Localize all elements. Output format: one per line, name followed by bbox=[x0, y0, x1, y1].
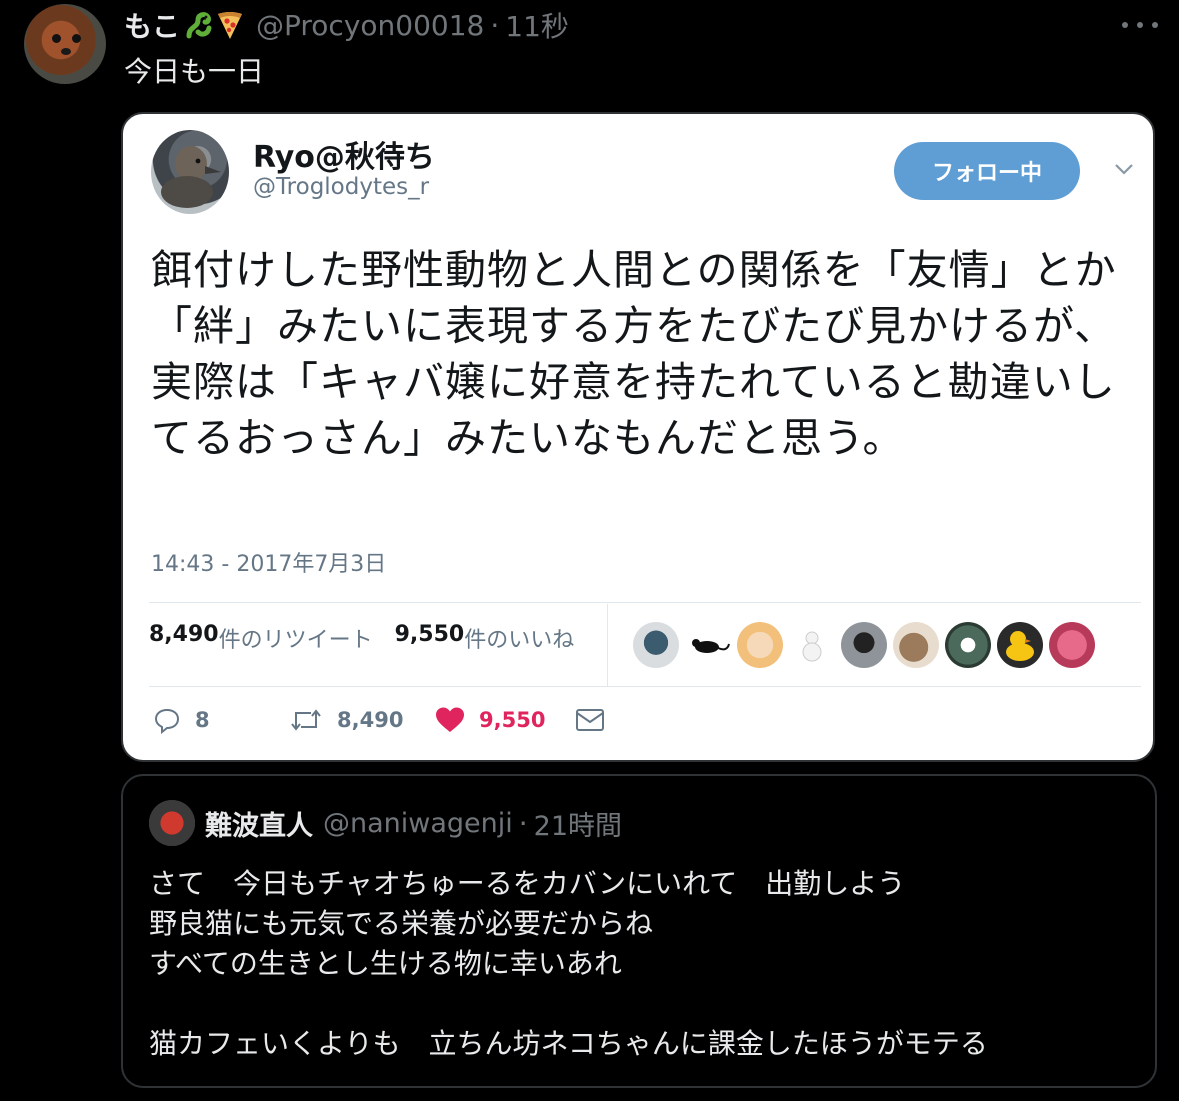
liker-avatar bbox=[1049, 622, 1095, 668]
reply-count: 8 bbox=[195, 708, 210, 732]
retweet-label: 件のリツイート bbox=[218, 628, 373, 653]
dot bbox=[1137, 22, 1143, 28]
embedded-handle: @Troglodytes_r bbox=[253, 174, 430, 200]
quoted-timestamp: 21時間 bbox=[533, 811, 623, 842]
tweet-text: 今日も一日 bbox=[124, 55, 265, 88]
avatar[interactable] bbox=[24, 4, 106, 84]
rat-icon bbox=[692, 639, 730, 653]
snake-emoji-icon bbox=[186, 12, 212, 39]
embedded-display-name: Ryo@秋待ち bbox=[253, 140, 435, 175]
envelope-icon bbox=[576, 709, 604, 731]
liker-avatar bbox=[841, 622, 887, 668]
snowman-icon bbox=[802, 631, 822, 662]
timestamp[interactable]: 11秒 bbox=[505, 5, 569, 45]
liker-avatar bbox=[789, 622, 835, 668]
attached-image[interactable]: Ryo@秋待ち @Troglodytes_r フォロー中 餌付けした野性動物と人… bbox=[121, 112, 1155, 762]
liker-avatar bbox=[945, 622, 991, 668]
retweet-action: 8,490 bbox=[289, 706, 435, 734]
more-options-icon[interactable] bbox=[1122, 10, 1158, 40]
tweet-header: もこ @Procyon00018 · 11秒 bbox=[124, 6, 569, 44]
like-count: 9,550 bbox=[479, 708, 546, 732]
embedded-tweet-text: 餌付けした野性動物と人間との関係を「友情」とか「絆」みたいに表現する方をたびたび… bbox=[151, 246, 1117, 462]
embedded-avatar bbox=[151, 130, 229, 214]
action-bar: 8 8,490 9,550 bbox=[153, 706, 605, 734]
divider bbox=[149, 686, 1141, 687]
retweet-count: 8,490 bbox=[337, 708, 404, 732]
like-count: 9,550 bbox=[394, 622, 465, 647]
separator: · bbox=[518, 807, 528, 840]
divider bbox=[607, 604, 608, 686]
quoted-tweet-header: 難波直人 @naniwagenji · 21時間 bbox=[205, 804, 622, 843]
rubber-duck-icon bbox=[1006, 631, 1034, 661]
divider bbox=[149, 602, 1141, 603]
reply-action: 8 bbox=[153, 706, 289, 734]
reply-icon bbox=[154, 708, 180, 734]
dot bbox=[1122, 22, 1128, 28]
retweet-icon bbox=[291, 709, 321, 731]
liker-avatar bbox=[633, 622, 679, 668]
avatar-nose bbox=[61, 48, 71, 55]
display-name[interactable]: もこ bbox=[124, 5, 180, 45]
quoted-tweet[interactable]: 難波直人 @naniwagenji · 21時間 さて 今日もチャオちゅーるをカ… bbox=[121, 774, 1157, 1088]
avatar-eye bbox=[52, 34, 61, 43]
separator: · bbox=[490, 8, 500, 42]
duck-avatar-icon bbox=[161, 146, 221, 208]
heart-icon bbox=[436, 707, 464, 732]
liker-avatar bbox=[685, 622, 731, 668]
engagement-stats: 8,490 件のリツイート 9,550 件のいいね bbox=[149, 622, 574, 654]
avatar-eye bbox=[72, 34, 81, 43]
quoted-display-name: 難波直人 bbox=[205, 811, 313, 842]
message-action bbox=[575, 707, 605, 733]
chevron-down-icon bbox=[1115, 164, 1133, 175]
retweet-count: 8,490 bbox=[149, 622, 219, 647]
liker-avatar bbox=[737, 622, 783, 668]
quoted-tweet-text: さて 今日もチャオちゅーるをカバンにいれて 出勤しよう 野良猫にも元気でる栄養が… bbox=[149, 867, 988, 1060]
quoted-handle: @naniwagenji bbox=[323, 808, 513, 839]
following-button: フォロー中 bbox=[894, 142, 1080, 200]
embedded-timestamp: 14:43 - 2017年7月3日 bbox=[151, 552, 387, 577]
like-action: 9,550 bbox=[435, 706, 575, 734]
pizza-emoji-icon bbox=[218, 12, 243, 39]
liker-avatars bbox=[633, 622, 1095, 668]
liker-avatar bbox=[893, 622, 939, 668]
handle[interactable]: @Procyon00018 bbox=[256, 9, 484, 42]
liker-avatar bbox=[997, 622, 1043, 668]
quoted-avatar bbox=[149, 800, 195, 846]
like-label: 件のいいね bbox=[464, 628, 575, 653]
dot bbox=[1152, 22, 1158, 28]
